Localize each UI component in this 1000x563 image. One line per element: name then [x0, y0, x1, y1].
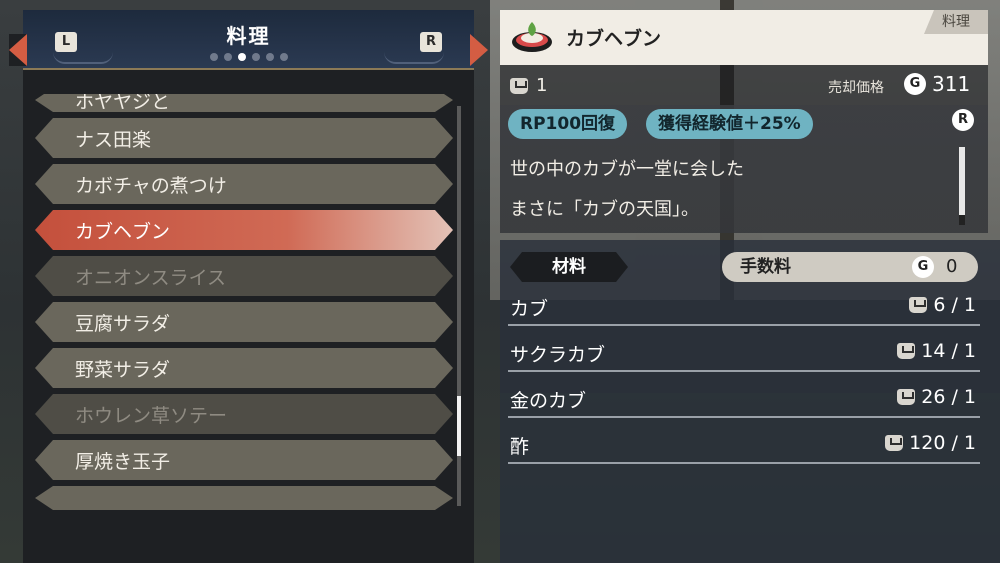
material-count: 6 / 1 [909, 294, 976, 316]
recipe-item[interactable]: カボチャの煮つけ [35, 164, 453, 204]
dish-icon [512, 22, 552, 52]
dish-name: カブヘブン [566, 28, 662, 50]
material-count-value: 120 / 1 [909, 432, 976, 454]
material-count-value: 26 / 1 [921, 386, 976, 408]
recipe-item-label: 厚焼き玉子 [75, 450, 171, 473]
recipe-item-label: カブヘブン [75, 220, 171, 243]
page-dot-active [237, 53, 246, 61]
page-dot [209, 53, 218, 61]
owned-value: 1 [536, 75, 548, 96]
description-line: まさに「カブの天国」。 [510, 199, 699, 220]
material-row: 金のカブ 26 / 1 [508, 382, 980, 418]
recipe-item-disabled[interactable]: オニオンスライス [35, 256, 453, 296]
recipe-list-panel: L 料理 R ホヤヤジと ナス田楽 カボチャの煮つけ カブヘブン オニオンスライ… [9, 10, 488, 563]
recipe-item-label: オニオンスライス [75, 266, 227, 289]
category-header: L 料理 R [9, 10, 488, 70]
gold-icon: G [904, 73, 926, 95]
page-dot [279, 53, 288, 61]
material-name: 酢 [510, 436, 530, 458]
page-dot [223, 53, 232, 61]
effect-tag: RP100回復 [508, 109, 628, 139]
bag-icon [885, 435, 904, 451]
material-count: 14 / 1 [897, 340, 976, 362]
recipe-item[interactable]: 豆腐サラダ [35, 302, 453, 342]
category-tag: 料理 [924, 10, 988, 34]
page-dot [251, 53, 260, 61]
bag-icon [897, 389, 916, 405]
list-scrollbar[interactable] [457, 106, 461, 506]
bag-icon [909, 297, 928, 313]
fee-label: 手数料 [740, 257, 791, 277]
description-block: RP100回復 獲得経験値＋25% 世の中のカブが一堂に会した まさに「カブの天… [500, 105, 988, 233]
recipe-item-label: ホヤヤジと [75, 94, 171, 113]
next-category-arrow-icon[interactable] [470, 34, 488, 66]
materials-panel: 材料 手数料 G 0 カブ 6 / 1 サクラカブ 14 / 1 金のカブ 26… [500, 240, 1000, 563]
recipe-item-label: カボチャの煮つけ [75, 174, 227, 197]
owned-count: 1 [510, 75, 547, 96]
sell-price-value: 311 [932, 72, 971, 96]
recipe-item-label: ナス田楽 [75, 128, 152, 151]
material-name: カブ [510, 298, 549, 320]
fee-box: 手数料 G 0 [722, 252, 978, 282]
sell-price-label: 売却価格 [828, 80, 884, 96]
header-wave-ornament [384, 52, 444, 64]
material-count: 26 / 1 [897, 386, 976, 408]
effect-tag: 獲得経験値＋25% [646, 109, 813, 139]
dish-title-bar: カブヘブン 料理 [500, 10, 988, 65]
recipe-item-label: 野菜サラダ [75, 358, 171, 381]
r-button-icon[interactable]: R [420, 32, 442, 52]
list-scrollbar-thumb[interactable] [457, 396, 461, 456]
bag-icon [510, 77, 528, 94]
page-dot [265, 53, 274, 61]
materials-header: 材料 [510, 252, 628, 282]
material-count: 120 / 1 [885, 432, 976, 454]
description-line: 世の中のカブが一堂に会した [510, 159, 744, 180]
description-scrollbar[interactable] [959, 147, 965, 225]
recipe-item-disabled[interactable]: ホウレン草ソテー [35, 394, 453, 434]
category-title: 料理 [226, 24, 271, 48]
r-stick-scroll-icon[interactable]: R [952, 109, 974, 131]
bag-icon [897, 343, 916, 359]
header-wave-ornament [53, 52, 113, 64]
material-name: サクラカブ [510, 344, 606, 366]
material-row: カブ 6 / 1 [508, 290, 980, 326]
recipe-item-label: ホウレン草ソテー [75, 404, 228, 427]
material-name: 金のカブ [510, 390, 587, 412]
material-count-value: 6 / 1 [933, 294, 976, 316]
dish-info-panel: 1 売却価格 G 311 RP100回復 獲得経験値＋25% 世の中のカブが一堂… [500, 65, 988, 233]
fee-value: 0 [946, 256, 958, 277]
recipe-list: ホヤヤジと ナス田楽 カボチャの煮つけ カブヘブン オニオンスライス 豆腐サラダ… [35, 94, 455, 514]
recipe-item[interactable]: ナス田楽 [35, 118, 453, 158]
recipe-item[interactable] [35, 486, 453, 510]
recipe-item[interactable]: ホヤヤジと [35, 94, 453, 113]
material-row: サクラカブ 14 / 1 [508, 336, 980, 372]
material-row: 酢 120 / 1 [508, 428, 980, 464]
recipe-item[interactable]: 野菜サラダ [35, 348, 453, 388]
recipe-item[interactable]: 厚焼き玉子 [35, 440, 453, 480]
recipe-item-label: 豆腐サラダ [75, 312, 171, 335]
gold-icon: G [912, 256, 934, 278]
recipe-item-selected[interactable]: カブヘブン [35, 210, 453, 250]
material-count-value: 14 / 1 [921, 340, 976, 362]
